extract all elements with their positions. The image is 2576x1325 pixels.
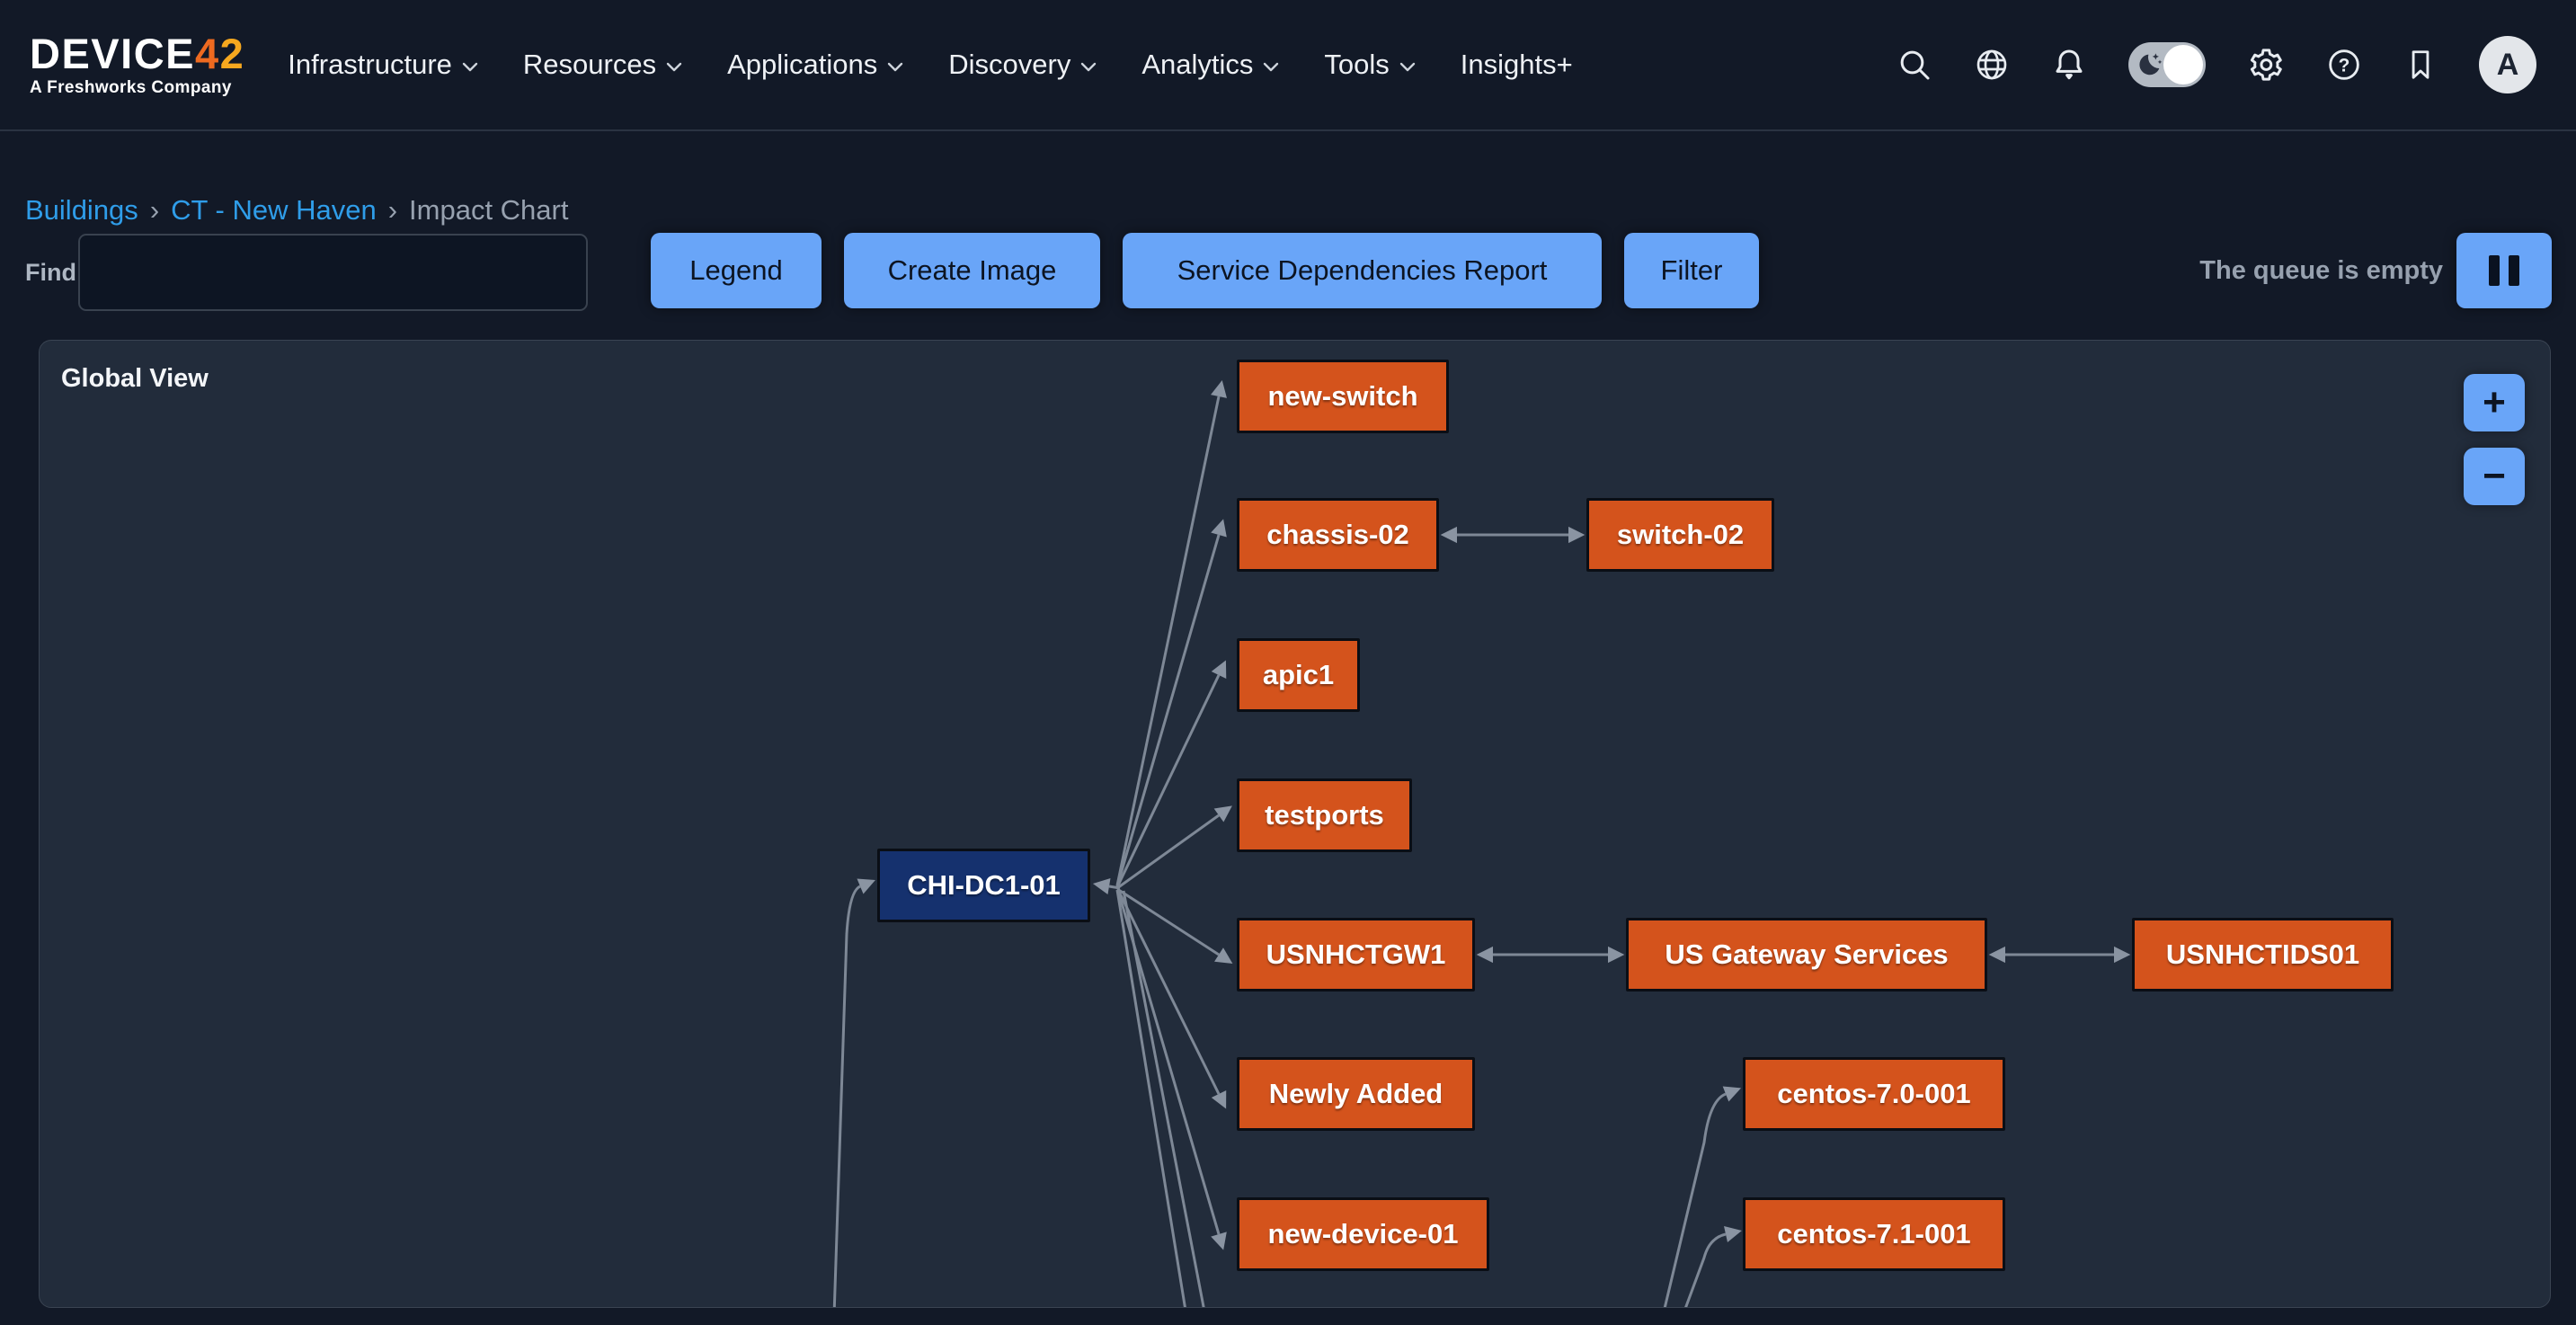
create-image-button[interactable]: Create Image xyxy=(844,233,1100,308)
edge-fan-down-1 xyxy=(1117,890,1186,1308)
device42-logo: DEVICE42 A Freshworks Company xyxy=(30,31,244,98)
notifications-bell-icon[interactable] xyxy=(2051,47,2087,83)
main-nav: Infrastructure Resources Applications Di… xyxy=(288,49,1572,81)
edge-chi-to-chassis-02 xyxy=(1117,535,1219,886)
chevron-down-icon xyxy=(462,62,478,72)
node-testports[interactable]: testports xyxy=(1237,778,1412,852)
chevron-down-icon xyxy=(666,62,682,72)
pause-icon xyxy=(2489,255,2519,286)
chevron-down-icon xyxy=(1263,62,1279,72)
edge-fan-down-2 xyxy=(1124,891,1205,1308)
filter-button[interactable]: Filter xyxy=(1624,233,1759,308)
logo-4: 4 xyxy=(195,30,220,77)
edge-bottom-to-centos71 xyxy=(1683,1234,1726,1308)
edge-bottom-to-centos70 xyxy=(1663,1094,1726,1308)
node-apic1[interactable]: apic1 xyxy=(1237,638,1360,712)
search-icon[interactable] xyxy=(1896,47,1932,83)
header-actions: ? A xyxy=(1896,36,2576,93)
node-chassis-02[interactable]: chassis-02 xyxy=(1237,498,1439,572)
edge-chi-to-testports xyxy=(1117,815,1219,888)
toolbar-buttons: Legend Create Image Service Dependencies… xyxy=(651,233,1759,308)
edge-chi-to-new-switch xyxy=(1117,396,1219,885)
svg-text:?: ? xyxy=(2339,55,2350,76)
breadcrumb-separator: › xyxy=(388,194,397,227)
legend-button[interactable]: Legend xyxy=(651,233,822,308)
nav-tools[interactable]: Tools xyxy=(1324,49,1415,81)
nav-analytics[interactable]: Analytics xyxy=(1141,49,1279,81)
help-icon[interactable]: ? xyxy=(2326,47,2362,83)
bookmark-icon[interactable] xyxy=(2403,48,2438,82)
settings-gear-icon[interactable] xyxy=(2247,46,2285,84)
logo-tagline: A Freshworks Company xyxy=(30,78,244,98)
impact-chart-canvas: Global View CHI-DC1-01 new-switch chassis-… xyxy=(39,340,2551,1308)
queue-status: The queue is empty xyxy=(2199,233,2443,308)
nav-discovery[interactable]: Discovery xyxy=(948,49,1097,81)
moon-icon xyxy=(2135,50,2163,79)
service-dependencies-report-button[interactable]: Service Dependencies Report xyxy=(1123,233,1602,308)
chevron-down-icon xyxy=(1080,62,1097,72)
breadcrumb-ct-new-haven[interactable]: CT - New Haven xyxy=(171,194,377,227)
nav-resources[interactable]: Resources xyxy=(523,49,682,81)
zoom-out-button[interactable]: − xyxy=(2464,448,2525,505)
top-nav-bar: DEVICE42 A Freshworks Company Infrastruc… xyxy=(0,0,2576,131)
toggle-knob xyxy=(2163,45,2203,84)
find-label: Find xyxy=(25,235,76,310)
breadcrumb-separator: › xyxy=(150,194,159,227)
zoom-in-button[interactable]: + xyxy=(2464,374,2525,431)
breadcrumb-impact-chart: Impact Chart xyxy=(409,194,568,227)
node-usnhctids01[interactable]: USNHCTIDS01 xyxy=(2132,918,2394,992)
node-chi-dc1-01[interactable]: CHI-DC1-01 xyxy=(877,849,1090,922)
chevron-down-icon xyxy=(887,62,903,72)
node-us-gateway-services[interactable]: US Gateway Services xyxy=(1626,918,1987,992)
globe-icon[interactable] xyxy=(1974,47,2010,83)
node-new-device-01[interactable]: new-device-01 xyxy=(1237,1197,1489,1271)
breadcrumb: Buildings › CT - New Haven › Impact Char… xyxy=(25,194,568,227)
chevron-down-icon xyxy=(1399,62,1416,72)
chart-view-title: Global View xyxy=(61,364,209,394)
nav-insights-plus[interactable]: Insights+ xyxy=(1461,49,1573,81)
node-switch-02[interactable]: switch-02 xyxy=(1586,498,1774,572)
node-new-switch[interactable]: new-switch xyxy=(1237,360,1449,433)
logo-brand: DEVICE xyxy=(30,30,195,77)
nav-applications[interactable]: Applications xyxy=(727,49,903,81)
user-avatar[interactable]: A xyxy=(2479,36,2536,93)
dark-mode-toggle[interactable] xyxy=(2128,42,2206,87)
nav-infrastructure[interactable]: Infrastructure xyxy=(288,49,478,81)
logo-2: 2 xyxy=(220,30,245,77)
node-usnhctgw1[interactable]: USNHCTGW1 xyxy=(1237,918,1475,992)
breadcrumb-buildings[interactable]: Buildings xyxy=(25,194,138,227)
node-centos-7-1-001[interactable]: centos-7.1-001 xyxy=(1743,1197,2005,1271)
find-input[interactable] xyxy=(78,234,588,311)
edge-bottom-to-chi xyxy=(834,886,860,1308)
node-centos-7-0-001[interactable]: centos-7.0-001 xyxy=(1743,1057,2005,1131)
node-newly-added[interactable]: Newly Added xyxy=(1237,1057,1475,1131)
pause-queue-button[interactable] xyxy=(2456,233,2552,308)
